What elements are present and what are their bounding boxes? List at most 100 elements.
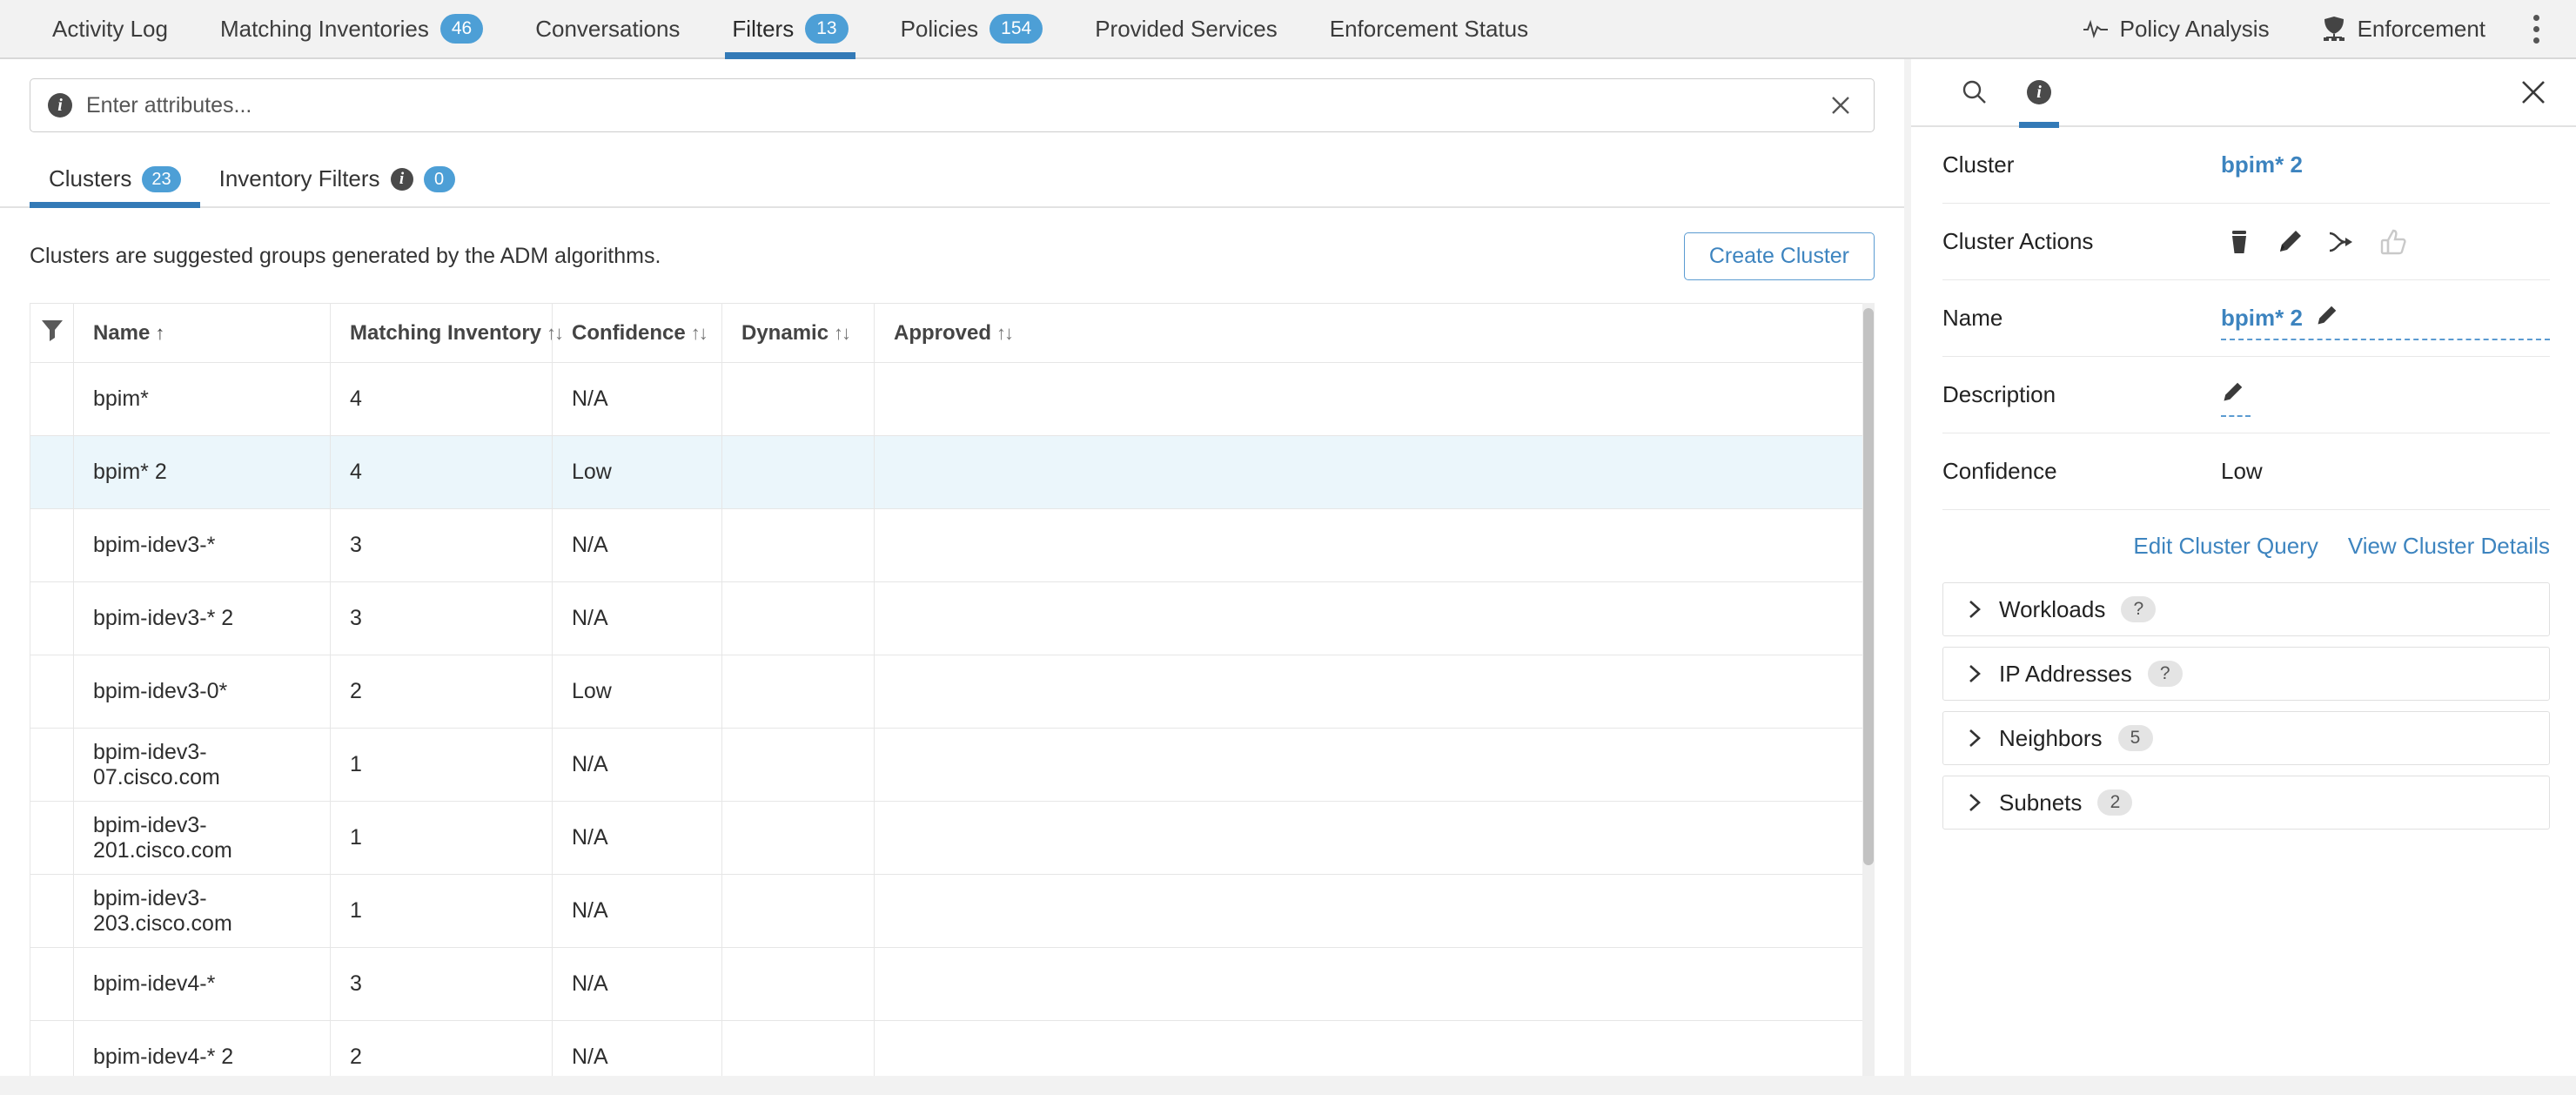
table-row[interactable]: bpim* 2 4 Low	[30, 435, 1875, 509]
table-row[interactable]: bpim* 4 N/A	[30, 362, 1875, 436]
table-scrollbar-thumb[interactable]	[1863, 308, 1874, 865]
column-label: Confidence	[572, 320, 686, 345]
table-row[interactable]: bpim-idev4-* 2 2 N/A	[30, 1020, 1875, 1076]
table-row[interactable]: bpim-idev3-07.cisco.com 1 N/A	[30, 728, 1875, 802]
table-row[interactable]: bpim-idev3-203.cisco.com 1 N/A	[30, 874, 1875, 948]
accordion-workloads[interactable]: Workloads ?	[1942, 582, 2550, 636]
cell-approved	[874, 655, 1875, 729]
column-header-confidence[interactable]: Confidence ↑↓	[552, 303, 722, 363]
delete-icon[interactable]	[2226, 228, 2252, 256]
cell-dynamic	[721, 435, 875, 509]
column-filter-button[interactable]	[30, 303, 74, 363]
tab-policy-analysis[interactable]: Policy Analysis	[2056, 0, 2296, 57]
cell-name: bpim-idev3-*	[73, 508, 331, 582]
column-header-dynamic[interactable]: Dynamic ↑↓	[721, 303, 875, 363]
table-row[interactable]: bpim-idev3-0* 2 Low	[30, 655, 1875, 729]
edit-icon[interactable]	[2277, 229, 2303, 255]
cell-approved	[874, 508, 1875, 582]
subtab-inventory-filters[interactable]: Inventory Filters i 0	[200, 153, 474, 206]
cell-confidence: N/A	[552, 1020, 722, 1076]
clear-search-icon[interactable]	[1823, 88, 1858, 123]
column-header-name[interactable]: Name ↑	[73, 303, 331, 363]
chevron-right-icon	[1966, 792, 1983, 813]
tab-label: Policies	[900, 15, 979, 42]
table-row[interactable]: bpim-idev3-* 2 3 N/A	[30, 581, 1875, 655]
name-edit-field[interactable]: bpim* 2	[2221, 305, 2550, 340]
details-panel-header: i	[1911, 59, 2576, 128]
info-icon[interactable]: i	[2007, 59, 2071, 128]
column-label: Approved	[894, 320, 992, 345]
cell-dynamic	[721, 581, 875, 655]
detail-label: Confidence	[1942, 458, 2057, 484]
edit-icon[interactable]	[2315, 305, 2338, 332]
tab-enforcement-status[interactable]: Enforcement Status	[1304, 0, 1554, 57]
detail-label: Cluster Actions	[1942, 228, 2094, 254]
accordion-ip-addresses[interactable]: IP Addresses ?	[1942, 647, 2550, 701]
tab-badge-count: 154	[989, 14, 1043, 44]
row-filter-cell	[30, 508, 74, 582]
detail-row-cluster: Cluster bpim* 2	[1942, 127, 2550, 204]
cell-matching-inventory: 3	[330, 508, 553, 582]
info-icon[interactable]: i	[390, 167, 413, 191]
edit-cluster-query-link[interactable]: Edit Cluster Query	[2133, 533, 2318, 560]
clusters-table: Name ↑ Matching Inventory ↑↓ Confidence ↑↓ …	[30, 303, 1875, 1076]
kebab-dot	[2532, 25, 2539, 32]
approve-thumbs-up-icon[interactable]	[2379, 228, 2407, 256]
merge-icon[interactable]	[2327, 230, 2355, 254]
table-row[interactable]: bpim-idev3-* 3 N/A	[30, 508, 1875, 582]
cell-approved	[874, 801, 1875, 875]
tab-enforcement[interactable]: Enforcement	[2296, 0, 2512, 57]
row-filter-cell	[30, 801, 74, 875]
content-area: i Enter attributes... Clusters 23 Invent…	[0, 59, 2576, 1076]
cell-approved	[874, 728, 1875, 802]
accordion-subnets[interactable]: Subnets 2	[1942, 776, 2550, 830]
cell-dynamic	[721, 801, 875, 875]
tab-filters[interactable]: Filters 13	[706, 0, 874, 59]
cluster-subtabs: Clusters 23 Inventory Filters i 0	[0, 153, 1904, 208]
search-input-placeholder: Enter attributes...	[86, 92, 252, 118]
cell-approved	[874, 581, 1875, 655]
tab-activity-log[interactable]: Activity Log	[26, 0, 194, 57]
subtab-clusters[interactable]: Clusters 23	[30, 153, 200, 208]
create-cluster-button[interactable]: Create Cluster	[1683, 232, 1875, 280]
cluster-name-link[interactable]: bpim* 2	[2221, 151, 2303, 178]
cell-matching-inventory: 1	[330, 801, 553, 875]
table-row[interactable]: bpim-idev4-* 3 N/A	[30, 947, 1875, 1021]
tab-provided-services[interactable]: Provided Services	[1069, 0, 1304, 57]
tab-label: Enforcement Status	[1329, 15, 1529, 42]
view-cluster-details-link[interactable]: View Cluster Details	[2348, 533, 2550, 560]
column-header-approved[interactable]: Approved ↑↓	[874, 303, 1875, 363]
tab-label: Conversations	[535, 15, 681, 42]
secondary-tabs: Policy Analysis Enforcement	[2056, 0, 2576, 57]
tab-matching-inventories[interactable]: Matching Inventories 46	[194, 0, 509, 57]
search-input[interactable]: i Enter attributes...	[30, 78, 1875, 132]
cell-name: bpim-idev3-0*	[73, 655, 331, 729]
cluster-details-panel: i Cluster bpim* 2 Cluster Actions Name b…	[1911, 59, 2576, 1076]
row-filter-cell	[30, 947, 74, 1021]
search-icon[interactable]	[1942, 59, 2007, 126]
tab-conversations[interactable]: Conversations	[509, 0, 706, 57]
cell-matching-inventory: 3	[330, 947, 553, 1021]
cell-name: bpim*	[73, 362, 331, 436]
accordion-neighbors[interactable]: Neighbors 5	[1942, 711, 2550, 765]
tab-label: Enforcement	[2357, 15, 2485, 42]
accordion-count: 2	[2097, 789, 2133, 816]
tab-label: Provided Services	[1095, 15, 1278, 42]
kebab-menu-icon[interactable]	[2512, 0, 2560, 57]
cell-dynamic	[721, 508, 875, 582]
cell-name: bpim-idev3-* 2	[73, 581, 331, 655]
edit-icon[interactable]	[2221, 381, 2244, 408]
table-scrollbar[interactable]	[1862, 303, 1875, 1076]
close-panel-icon[interactable]	[2517, 76, 2550, 109]
tab-label: Policy Analysis	[2119, 15, 2270, 42]
cell-confidence: Low	[552, 435, 722, 509]
column-header-matching-inventory[interactable]: Matching Inventory ↑↓	[330, 303, 564, 363]
tab-policies[interactable]: Policies 154	[875, 0, 1070, 57]
description-edit-field[interactable]	[2221, 381, 2251, 417]
table-row[interactable]: bpim-idev3-201.cisco.com 1 N/A	[30, 801, 1875, 875]
accordion-count: ?	[2147, 661, 2183, 687]
accordion-count: ?	[2121, 596, 2157, 622]
sort-both-icon: ↑↓	[996, 321, 1014, 344]
top-tab-bar: Activity Log Matching Inventories 46 Con…	[0, 0, 2576, 59]
table-body: bpim* 4 N/A bpim* 2 4 Low bpim-idev3-* 3…	[30, 362, 1875, 1076]
